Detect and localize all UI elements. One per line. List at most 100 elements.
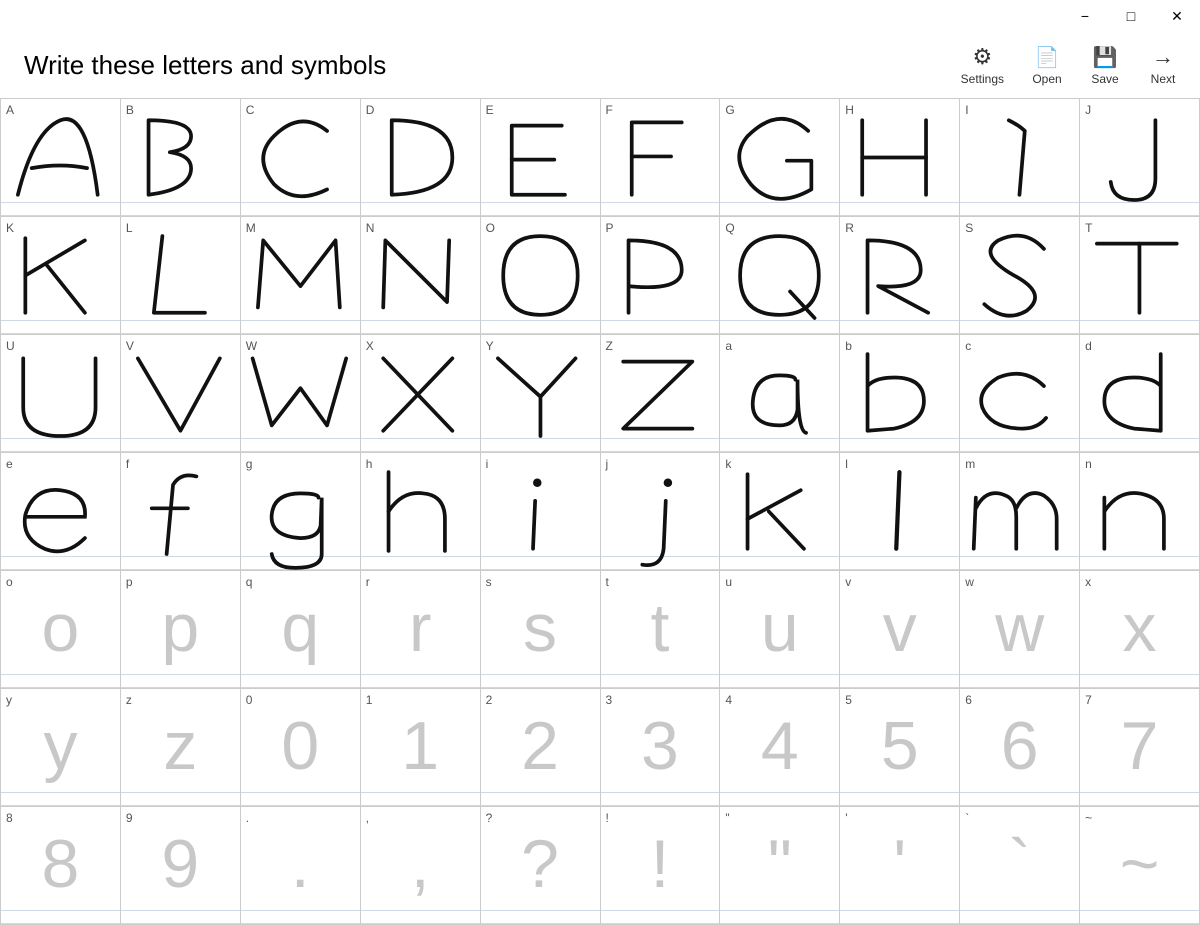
cell-b[interactable]: b [840, 335, 960, 453]
cell-f[interactable]: f [121, 453, 241, 571]
cell-B[interactable]: B [121, 99, 241, 217]
cell-a[interactable]: a [720, 335, 840, 453]
close-button[interactable]: ✕ [1154, 0, 1200, 32]
cell-o[interactable]: oo [1, 571, 121, 689]
open-button[interactable]: 📄 Open [1022, 41, 1072, 90]
cell-D[interactable]: D [361, 99, 481, 217]
cell-label: v [845, 575, 851, 589]
cell-label: D [366, 103, 375, 117]
page-title: Write these letters and symbols [24, 50, 386, 81]
cell-v[interactable]: vv [840, 571, 960, 689]
settings-button[interactable]: ⚙ Settings [951, 40, 1014, 90]
cell-E[interactable]: E [481, 99, 601, 217]
minimize-button[interactable]: − [1062, 0, 1108, 32]
cell-label: 1 [366, 693, 373, 707]
cell-label: B [126, 103, 134, 117]
cell-P[interactable]: P [601, 217, 721, 335]
cell-s[interactable]: ss [481, 571, 601, 689]
cell-label: ? [486, 811, 493, 825]
cell-label: P [606, 221, 614, 235]
cell-W[interactable]: W [241, 335, 361, 453]
cell-M[interactable]: M [241, 217, 361, 335]
cell-n[interactable]: n [1080, 453, 1200, 571]
cell-Y[interactable]: Y [481, 335, 601, 453]
cell-0[interactable]: 00 [241, 689, 361, 807]
cell-label: L [126, 221, 133, 235]
cell-d[interactable]: d [1080, 335, 1200, 453]
cell-_[interactable]: ~~ [1080, 807, 1200, 925]
cell-w[interactable]: ww [960, 571, 1080, 689]
save-button[interactable]: 💾 Save [1080, 41, 1130, 90]
cell-A[interactable]: A [1, 99, 121, 217]
cell-z[interactable]: zz [121, 689, 241, 807]
next-icon: → [1152, 44, 1174, 70]
cell-T[interactable]: T [1080, 217, 1200, 335]
cell-y[interactable]: yy [1, 689, 121, 807]
settings-icon: ⚙ [972, 44, 992, 70]
cell-label: g [246, 457, 253, 471]
cell-label: w [965, 575, 974, 589]
cell-r[interactable]: rr [361, 571, 481, 689]
cell-C[interactable]: C [241, 99, 361, 217]
cell-u[interactable]: uu [720, 571, 840, 689]
cell-label: u [725, 575, 732, 589]
cell-_[interactable]: .. [241, 807, 361, 925]
cell-6[interactable]: 66 [960, 689, 1080, 807]
cell-9[interactable]: 99 [121, 807, 241, 925]
cell-_[interactable]: "" [720, 807, 840, 925]
cell-H[interactable]: H [840, 99, 960, 217]
cell-U[interactable]: U [1, 335, 121, 453]
cell-8[interactable]: 88 [1, 807, 121, 925]
cell-_[interactable]: `` [960, 807, 1080, 925]
cell-k[interactable]: k [720, 453, 840, 571]
cell-Z[interactable]: Z [601, 335, 721, 453]
cell-label: 9 [126, 811, 133, 825]
cell-4[interactable]: 44 [720, 689, 840, 807]
cell-t[interactable]: tt [601, 571, 721, 689]
cell-5[interactable]: 55 [840, 689, 960, 807]
cell-label: H [845, 103, 854, 117]
cell-N[interactable]: N [361, 217, 481, 335]
cell-1[interactable]: 11 [361, 689, 481, 807]
cell-label: d [1085, 339, 1092, 353]
next-button[interactable]: → Next [1138, 40, 1188, 90]
cell-X[interactable]: X [361, 335, 481, 453]
cell-7[interactable]: 77 [1080, 689, 1200, 807]
cell-label: Z [606, 339, 613, 353]
cell-O[interactable]: O [481, 217, 601, 335]
cell-_[interactable]: ,, [361, 807, 481, 925]
cell-I[interactable]: I [960, 99, 1080, 217]
cell-h[interactable]: h [361, 453, 481, 571]
cell-c[interactable]: c [960, 335, 1080, 453]
cell-l[interactable]: l [840, 453, 960, 571]
cell-q[interactable]: qq [241, 571, 361, 689]
cell-m[interactable]: m [960, 453, 1080, 571]
cell-3[interactable]: 33 [601, 689, 721, 807]
cell-_[interactable]: '' [840, 807, 960, 925]
cell-p[interactable]: pp [121, 571, 241, 689]
cell-G[interactable]: G [720, 99, 840, 217]
cell-j[interactable]: j [601, 453, 721, 571]
cell-label: e [6, 457, 13, 471]
cell-2[interactable]: 22 [481, 689, 601, 807]
cell-F[interactable]: F [601, 99, 721, 217]
cell-i[interactable]: i [481, 453, 601, 571]
cell-V[interactable]: V [121, 335, 241, 453]
cell-e[interactable]: e [1, 453, 121, 571]
cell-label: t [606, 575, 609, 589]
cell-x[interactable]: xx [1080, 571, 1200, 689]
cell-label: h [366, 457, 373, 471]
cell-L[interactable]: L [121, 217, 241, 335]
cell-label: 7 [1085, 693, 1092, 707]
cell-J[interactable]: J [1080, 99, 1200, 217]
cell-S[interactable]: S [960, 217, 1080, 335]
maximize-button[interactable]: □ [1108, 0, 1154, 32]
cell-_[interactable]: ?? [481, 807, 601, 925]
cell-K[interactable]: K [1, 217, 121, 335]
cell-label: U [6, 339, 15, 353]
cell-Q[interactable]: Q [720, 217, 840, 335]
cell-g[interactable]: g [241, 453, 361, 571]
cell-R[interactable]: R [840, 217, 960, 335]
cell-_[interactable]: !! [601, 807, 721, 925]
window-controls: − □ ✕ [1062, 0, 1200, 32]
